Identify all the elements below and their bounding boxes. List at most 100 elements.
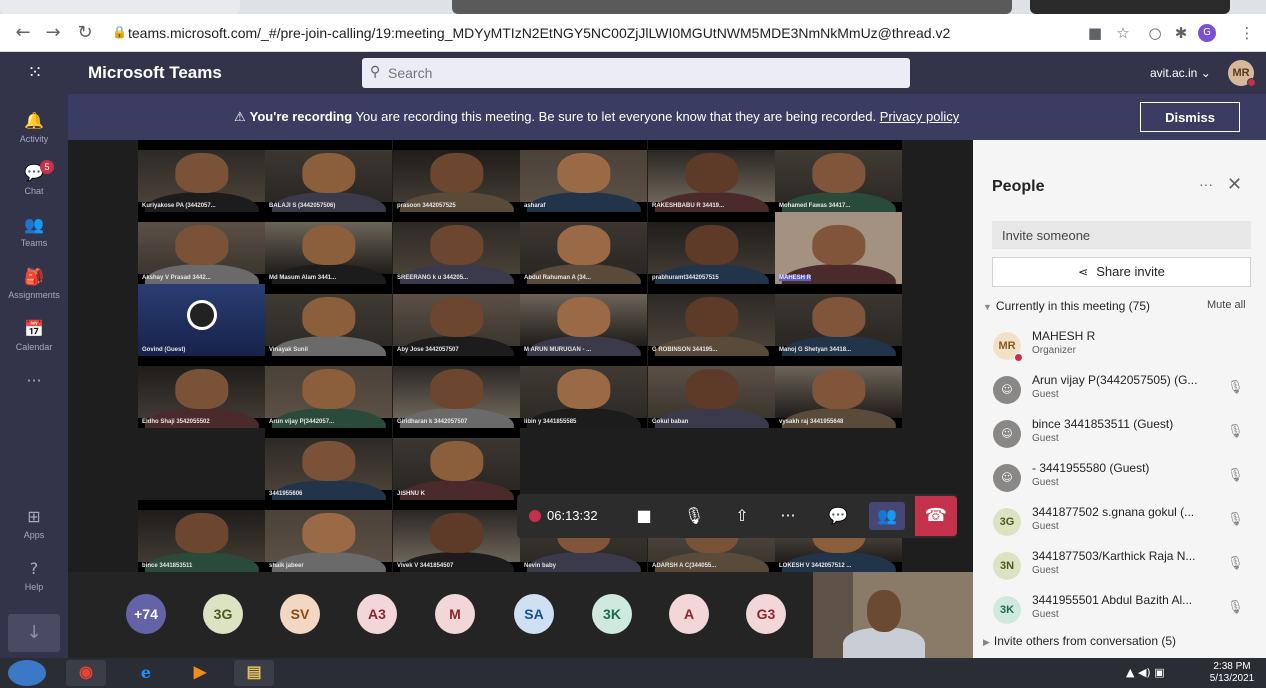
- mic-muted-icon[interactable]: 🎙: [1227, 600, 1244, 615]
- participant-avatar[interactable]: A3: [357, 594, 397, 634]
- dismiss-button[interactable]: Dismiss: [1140, 102, 1240, 132]
- participant-avatar[interactable]: SV: [280, 594, 320, 634]
- notepad-taskbar-icon[interactable]: ▤: [234, 660, 274, 686]
- taskbar-clock[interactable]: 2:38 PM 5/13/2021: [1204, 661, 1260, 685]
- more-actions-icon[interactable]: ···: [773, 502, 803, 530]
- video-tile[interactable]: asharaf: [520, 140, 647, 212]
- participants-icon[interactable]: 👥: [869, 502, 905, 530]
- url-bar[interactable]: 🔒 teams.microsoft.com/_#/pre-join-callin…: [104, 20, 1064, 46]
- rail-item-chat[interactable]: 💬 5 Chat: [0, 156, 68, 208]
- video-tile[interactable]: MAHESH R: [775, 212, 902, 284]
- video-tile[interactable]: Kuriyakose PA (3442057...: [138, 140, 265, 212]
- media-player-taskbar-icon[interactable]: ▶: [180, 660, 220, 686]
- search-input[interactable]: [388, 63, 888, 83]
- app-launcher-icon[interactable]: ⁙: [22, 60, 48, 86]
- participant-avatar[interactable]: 3G: [203, 594, 243, 634]
- video-tile[interactable]: Aby Jose 3442057507: [393, 284, 520, 356]
- participant-avatar[interactable]: 3K: [592, 594, 632, 634]
- participant-avatar[interactable]: G3: [746, 594, 786, 634]
- search-box[interactable]: ⚲: [362, 58, 910, 88]
- participant-avatar[interactable]: A: [669, 594, 709, 634]
- camera-icon[interactable]: ■: [1086, 24, 1104, 42]
- video-tile[interactable]: prabhuramt3442057515: [648, 212, 775, 284]
- video-tile[interactable]: Akshay V Prasad 3442...: [138, 212, 265, 284]
- rail-item-calendar[interactable]: 📅 Calendar: [0, 312, 68, 364]
- avatar-initials: MR: [1232, 67, 1250, 79]
- share-invite-button[interactable]: ⋖ Share invite: [992, 257, 1251, 287]
- video-tile[interactable]: shaik jabeer: [265, 500, 392, 572]
- forward-icon[interactable]: →: [42, 22, 64, 44]
- video-tile[interactable]: 3441955606: [265, 428, 392, 500]
- video-tile[interactable]: SREERANG k u 344205...: [393, 212, 520, 284]
- chrome-taskbar-icon[interactable]: ◉: [66, 660, 106, 686]
- more-participants-avatar[interactable]: +74: [126, 594, 166, 634]
- mute-all-button[interactable]: Mute all: [1207, 299, 1246, 311]
- more-options-icon[interactable]: ···: [1199, 176, 1213, 192]
- mic-muted-icon[interactable]: 🎙: [1227, 512, 1244, 527]
- video-tile[interactable]: Md Masum Alam 3441...: [265, 212, 392, 284]
- participant-avatar[interactable]: M: [435, 594, 475, 634]
- video-tile[interactable]: BALAJI S (3442057506): [265, 140, 392, 212]
- invite-someone-input[interactable]: [992, 221, 1251, 249]
- video-tile[interactable]: Giridharan k 3442057507: [393, 356, 520, 428]
- mic-muted-icon[interactable]: 🎙: [1227, 380, 1244, 395]
- kebab-menu-icon[interactable]: ⋮: [1238, 24, 1256, 42]
- download-icon[interactable]: ↓: [8, 614, 60, 652]
- profile-icon[interactable]: G: [1198, 24, 1216, 42]
- reload-icon[interactable]: ↻: [74, 22, 96, 44]
- ie-taskbar-icon[interactable]: e: [126, 660, 166, 686]
- video-tile[interactable]: Manoj G Shetyan 34418...: [775, 284, 902, 356]
- circle-extension-icon[interactable]: ○: [1146, 24, 1164, 42]
- video-tile[interactable]: M ARUN MURUGAN - ...: [520, 284, 647, 356]
- invite-others-section[interactable]: ▶ Invite others from conversation (5): [983, 634, 1176, 648]
- hang-up-button[interactable]: ☎: [915, 496, 957, 536]
- system-tray-icons[interactable]: ▲ ◀) ▣: [1126, 666, 1165, 679]
- video-tile[interactable]: Vivek V 3441854507: [393, 500, 520, 572]
- video-tile[interactable]: Gokul baban: [648, 356, 775, 428]
- rail-item-teams[interactable]: 👥 Teams: [0, 208, 68, 260]
- participant-avatar[interactable]: SA: [514, 594, 554, 634]
- participant-row[interactable]: MR MAHESH R Organizer: [973, 326, 1266, 370]
- video-tile[interactable]: G ROBINSON 344195...: [648, 284, 775, 356]
- mic-muted-icon[interactable]: 🎙: [1227, 468, 1244, 483]
- back-icon[interactable]: ←: [12, 22, 34, 44]
- mic-muted-icon[interactable]: 🎙: [1227, 424, 1244, 439]
- privacy-policy-link[interactable]: Privacy policy: [880, 109, 959, 124]
- microphone-icon[interactable]: 🎙: [679, 502, 709, 530]
- rail-item-more[interactable]: ···: [0, 364, 68, 416]
- tenant-switcher[interactable]: avit.ac.in ⌄: [1150, 66, 1211, 80]
- video-tile[interactable]: RAKESHBABU R 34419...: [648, 140, 775, 212]
- in-meeting-section-header[interactable]: ▼ Currently in this meeting (75): [983, 299, 1150, 313]
- rail-item-activity[interactable]: 🔔 Activity: [0, 104, 68, 156]
- avatar[interactable]: MR: [1228, 60, 1256, 87]
- video-tile[interactable]: libin y 3441855585: [520, 356, 647, 428]
- rail-item-assignments[interactable]: 🎒 Assignments: [0, 260, 68, 312]
- video-tile[interactable]: JISHNU K: [393, 428, 520, 500]
- video-tile[interactable]: vysakh raj 3441955648: [775, 356, 902, 428]
- video-tile[interactable]: Vinayak Sunil: [265, 284, 392, 356]
- participant-row[interactable]: ☺ - 3441955580 (Guest) Guest 🎙: [973, 458, 1266, 502]
- video-tile[interactable]: Govind (Guest): [138, 284, 265, 356]
- participant-row[interactable]: 3K 3441955501 Abdul Bazith Al... Guest 🎙: [973, 590, 1266, 634]
- share-tray-icon[interactable]: ⇧: [727, 502, 757, 530]
- video-tile[interactable]: Mohamed Fawas 34417...: [775, 140, 902, 212]
- puzzle-icon[interactable]: ✱: [1172, 24, 1190, 42]
- participant-row[interactable]: ☺ Arun vijay P(3442057505) (G... Guest 🎙: [973, 370, 1266, 414]
- video-tile[interactable]: prasoon 3442057525: [393, 140, 520, 212]
- chat-toggle-icon[interactable]: 💬: [823, 502, 853, 530]
- video-tile[interactable]: Arun vijay P(3442057...: [265, 356, 392, 428]
- video-tile[interactable]: bince 3441853511: [138, 500, 265, 572]
- star-icon[interactable]: ☆: [1114, 24, 1132, 42]
- video-tile[interactable]: Abdul Rahuman A (34...: [520, 212, 647, 284]
- participant-row[interactable]: 3G 3441877502 s.gnana gokul (... Guest 🎙: [973, 502, 1266, 546]
- mic-muted-icon[interactable]: 🎙: [1227, 556, 1244, 571]
- participant-row[interactable]: 3N 3441877503/Karthick Raja N... Guest 🎙: [973, 546, 1266, 590]
- camera-toggle-icon[interactable]: ■: [629, 502, 659, 530]
- start-button-icon[interactable]: [8, 660, 46, 686]
- caret-down-icon: ▼: [983, 302, 992, 312]
- rail-item-help[interactable]: ? Help: [0, 552, 68, 604]
- participant-row[interactable]: ☺ bince 3441853511 (Guest) Guest 🎙: [973, 414, 1266, 458]
- video-tile[interactable]: Eldho Shaji 3542055502: [138, 356, 265, 428]
- close-icon[interactable]: ✕: [1227, 174, 1242, 195]
- rail-item-apps[interactable]: ⊞ Apps: [0, 500, 68, 552]
